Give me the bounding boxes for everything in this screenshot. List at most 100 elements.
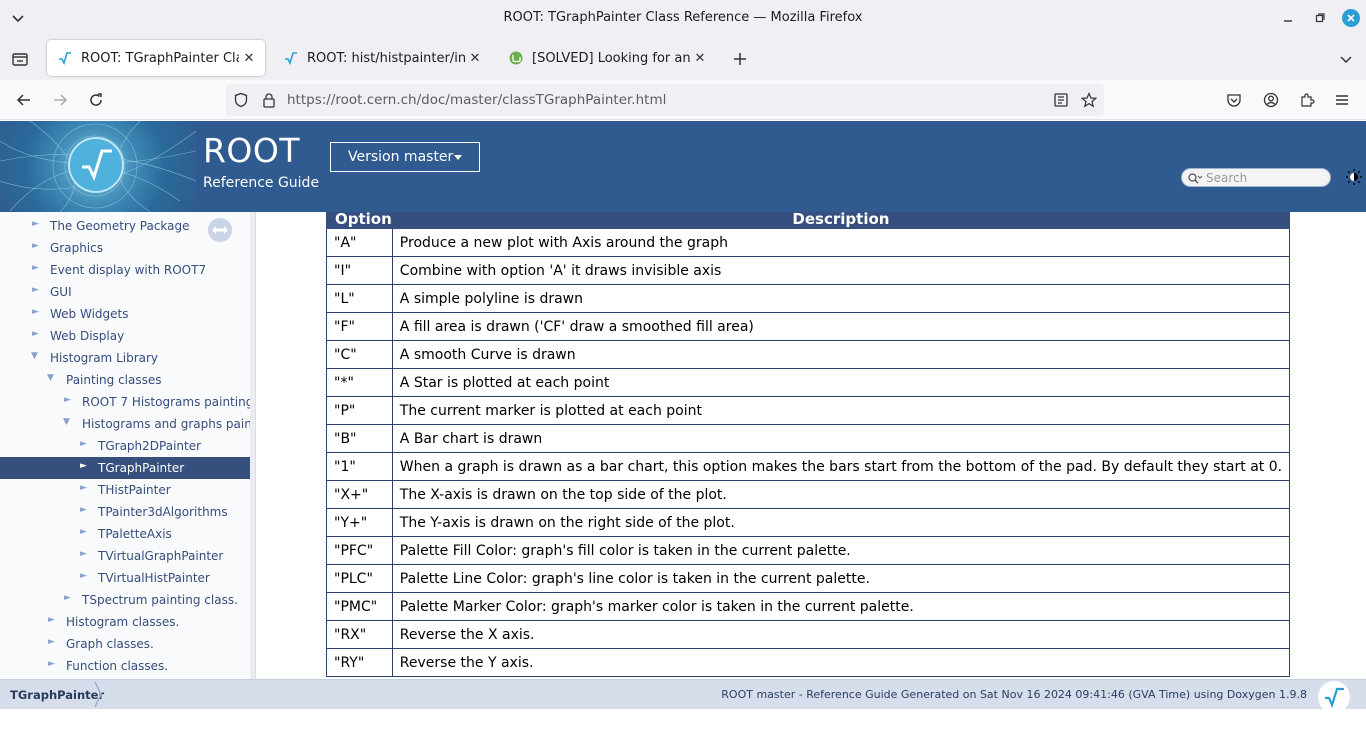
sidebar-item-label: GUI xyxy=(50,285,72,299)
extensions-icon[interactable] xyxy=(1298,91,1316,109)
bookmark-star-icon[interactable] xyxy=(1080,91,1098,109)
option-cell: "*" xyxy=(326,368,393,397)
description-cell: A fill area is drawn ('CF' draw a smooth… xyxy=(391,312,1291,341)
breadcrumb-item[interactable]: TGraphPainter xyxy=(10,688,104,702)
sync-toc-button[interactable] xyxy=(208,218,232,242)
option-cell: "RY" xyxy=(326,648,393,677)
tracking-protection-shield-icon[interactable] xyxy=(232,91,250,109)
sidebar-item-label: Histogram classes. xyxy=(66,615,180,629)
search-icon[interactable] xyxy=(1186,170,1203,186)
tree-collapsed-arrow-icon[interactable]: ► xyxy=(80,527,87,537)
tree-collapsed-arrow-icon[interactable]: ► xyxy=(80,505,87,515)
sidebar-item[interactable]: ► THistPainter xyxy=(0,479,250,501)
tree-collapsed-arrow-icon[interactable]: ► xyxy=(80,483,87,493)
tree-collapsed-arrow-icon[interactable]: ► xyxy=(80,439,87,449)
option-cell: "PMC" xyxy=(326,592,393,621)
tab-close-icon[interactable]: ✕ xyxy=(690,51,710,66)
close-window-icon[interactable] xyxy=(1342,9,1360,27)
description-cell: Palette Fill Color: graph's fill color i… xyxy=(391,536,1291,565)
sidebar-item[interactable]: ► Graphics xyxy=(0,237,250,259)
tree-collapsed-arrow-icon[interactable]: ► xyxy=(64,395,71,405)
root-logo[interactable] xyxy=(68,137,124,193)
option-cell: "B" xyxy=(326,424,393,453)
tab-close-icon[interactable]: ✕ xyxy=(465,51,485,66)
forward-icon[interactable] xyxy=(51,91,69,109)
address-bar[interactable]: https://root.cern.ch/doc/master/classTGr… xyxy=(226,84,1104,116)
tree-collapsed-arrow-icon[interactable]: ► xyxy=(32,241,39,251)
sidebar-item-selected[interactable]: ► TGraphPainter xyxy=(0,457,250,479)
tree-collapsed-arrow-icon[interactable]: ► xyxy=(48,659,55,669)
table-row: "X+" The X-axis is drawn on the top side … xyxy=(326,480,1291,509)
table-row: "I" Combine with option 'A' it draws invi… xyxy=(326,256,1291,285)
column-header-description: Description xyxy=(391,212,1291,229)
tab-root-histpainter[interactable]: ROOT: hist/histpainter/inc/T ✕ xyxy=(273,40,491,76)
sidebar-item[interactable]: ▼ Histogram Library xyxy=(0,347,250,369)
tree-collapsed-arrow-icon[interactable]: ► xyxy=(32,307,39,317)
description-cell: Combine with option 'A' it draws invisib… xyxy=(391,256,1291,285)
firefox-view-icon[interactable] xyxy=(11,50,29,68)
sidebar-item[interactable]: ► Event display with ROOT7 xyxy=(0,259,250,281)
reader-view-icon[interactable] xyxy=(1052,91,1070,109)
search-box[interactable] xyxy=(1181,168,1331,187)
sidebar-item[interactable]: ► Histogram classes. xyxy=(0,611,250,633)
sidebar-item-label: Histogram Library xyxy=(50,351,159,365)
sidebar-item[interactable]: ▼ Histograms and graphs painting classes xyxy=(0,413,250,435)
search-input[interactable] xyxy=(1206,170,1326,186)
tree-collapsed-arrow-icon[interactable]: ► xyxy=(48,615,55,625)
window-titlebar: ROOT: TGraphPainter Class Reference — Mo… xyxy=(0,0,1366,36)
reload-icon[interactable] xyxy=(87,91,105,109)
table-row: "C" A smooth Curve is drawn xyxy=(326,340,1291,369)
sidebar-item-label: Function classes. xyxy=(66,659,169,673)
tree-collapsed-arrow-icon[interactable]: ► xyxy=(32,285,39,295)
navigation-toolbar: https://root.cern.ch/doc/master/classTGr… xyxy=(0,80,1366,120)
tree-collapsed-arrow-icon[interactable]: ► xyxy=(80,571,87,581)
list-all-tabs-icon[interactable] xyxy=(1337,50,1355,68)
description-cell: A simple polyline is drawn xyxy=(391,284,1291,313)
tab-close-icon[interactable]: ✕ xyxy=(239,51,259,66)
pocket-icon[interactable] xyxy=(1225,91,1243,109)
sidebar-item[interactable]: ► TGraph2DPainter xyxy=(0,435,250,457)
sidebar-item[interactable]: ► TPaletteAxis xyxy=(0,523,250,545)
sidebar-item[interactable]: ► Function classes. xyxy=(0,655,250,677)
url-text[interactable]: https://root.cern.ch/doc/master/classTGr… xyxy=(287,92,666,108)
sidebar-item[interactable]: ► TVirtualGraphPainter xyxy=(0,545,250,567)
sidebar-item[interactable]: ► TSpectrum painting class. xyxy=(0,589,250,611)
main-content: Option Description "A" Produce a new plot… xyxy=(257,212,1366,679)
root-header: ROOT Reference Guide Version master xyxy=(0,121,1366,212)
sidebar-item[interactable]: ▼ Painting classes xyxy=(0,369,250,391)
sidebar-resize-handle[interactable] xyxy=(250,212,256,679)
minimize-icon[interactable] xyxy=(1279,9,1297,27)
option-cell: "F" xyxy=(326,312,393,341)
hamburger-menu-icon[interactable] xyxy=(1333,91,1351,109)
description-cell: When a graph is drawn as a bar chart, th… xyxy=(391,452,1291,481)
account-icon[interactable] xyxy=(1262,91,1280,109)
back-icon[interactable] xyxy=(15,91,33,109)
tree-collapsed-arrow-icon[interactable]: ► xyxy=(64,593,71,603)
sidebar-item[interactable]: ► TPainter3dAlgorithms xyxy=(0,501,250,523)
tab-root-tgraphpainter[interactable]: ROOT: TGraphPainter Class ✕ xyxy=(47,40,265,76)
sidebar-item[interactable]: ► Web Display xyxy=(0,325,250,347)
sidebar-item[interactable]: ► ROOT 7 Histograms painting classes xyxy=(0,391,250,413)
option-cell: "A" xyxy=(326,228,393,257)
tree-expanded-arrow-icon[interactable]: ▼ xyxy=(63,417,70,427)
sidebar-item[interactable]: ► TVirtualHistPainter xyxy=(0,567,250,589)
version-dropdown[interactable]: Version master xyxy=(330,142,480,172)
sidebar-item-label: TPainter3dAlgorithms xyxy=(98,505,228,519)
sidebar-item[interactable]: ► Web Widgets xyxy=(0,303,250,325)
restore-icon[interactable] xyxy=(1311,9,1329,27)
dark-mode-toggle-icon[interactable] xyxy=(1345,168,1363,186)
tree-collapsed-arrow-icon[interactable]: ► xyxy=(32,219,39,229)
tree-collapsed-arrow-icon[interactable]: ► xyxy=(48,637,55,647)
tree-collapsed-arrow-icon[interactable]: ► xyxy=(32,263,39,273)
tab-solved-forum[interactable]: [SOLVED] Looking for an alt ✕ xyxy=(498,40,716,76)
tree-expanded-arrow-icon[interactable]: ▼ xyxy=(47,373,54,383)
tree-expanded-arrow-icon[interactable]: ▼ xyxy=(31,351,38,361)
tree-collapsed-arrow-icon[interactable]: ► xyxy=(80,461,87,471)
tree-collapsed-arrow-icon[interactable]: ► xyxy=(80,549,87,559)
sidebar-item-label: TGraph2DPainter xyxy=(98,439,202,453)
lock-icon[interactable] xyxy=(260,91,278,109)
sidebar-item[interactable]: ► GUI xyxy=(0,281,250,303)
new-tab-icon[interactable] xyxy=(731,50,749,68)
tree-collapsed-arrow-icon[interactable]: ► xyxy=(32,329,39,339)
sidebar-item[interactable]: ► Graph classes. xyxy=(0,633,250,655)
